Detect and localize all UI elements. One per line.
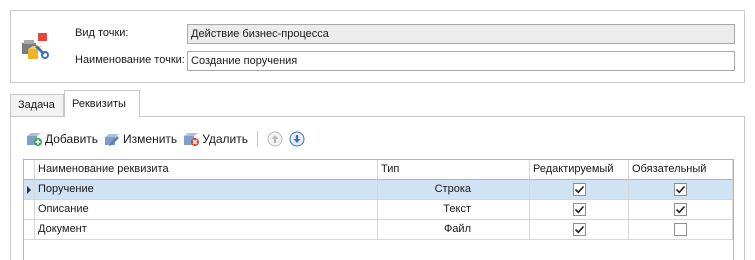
table-row[interactable]: Поручение Строка (24, 180, 733, 200)
row-indicator (24, 220, 35, 240)
grid-header-row: Наименование реквизита Тип Редактируемый… (24, 160, 733, 180)
editable-checkbox[interactable] (572, 183, 586, 196)
edit-button-label: Изменить (123, 132, 178, 146)
delete-button-label: Удалить (202, 132, 249, 146)
column-header-required[interactable]: Обязательный (629, 160, 733, 180)
table-row[interactable]: Документ Файл (24, 220, 733, 240)
add-button-label: Добавить (45, 132, 99, 146)
requisites-panel: Добавить Изменить Удалить Наименование р… (10, 116, 745, 260)
current-row-arrow-icon (27, 186, 31, 194)
add-icon (27, 133, 42, 146)
row-editable-cell (530, 220, 629, 240)
row-type-cell[interactable]: Текст (378, 200, 530, 220)
move-down-button[interactable] (288, 130, 306, 148)
row-type-cell[interactable]: Файл (378, 220, 530, 240)
required-checkbox[interactable] (674, 183, 687, 196)
point-name-label: Наименование точки: (75, 54, 185, 66)
edit-button[interactable]: Изменить (101, 129, 180, 149)
row-required-cell (629, 180, 733, 200)
requisites-grid: Наименование реквизита Тип Редактируемый… (23, 159, 734, 260)
arrow-up-icon (267, 131, 283, 147)
business-process-point-icon (22, 33, 49, 59)
required-checkbox[interactable] (674, 223, 687, 236)
row-editable-cell (530, 180, 629, 200)
requisites-toolbar: Добавить Изменить Удалить (23, 129, 308, 149)
checkmark-icon (574, 225, 584, 234)
tab-requisites[interactable]: Реквизиты (64, 90, 140, 117)
checkmark-icon (574, 185, 584, 194)
point-info-panel: Вид точки: Действие бизнес-процесса Наим… (10, 10, 745, 83)
checkmark-icon (574, 205, 584, 214)
row-indicator (24, 200, 35, 220)
point-type-field: Действие бизнес-процесса (187, 24, 735, 44)
row-name-cell[interactable]: Документ (35, 220, 378, 240)
row-required-cell (629, 200, 733, 220)
column-header-type[interactable]: Тип (378, 160, 530, 180)
toolbar-separator (257, 131, 259, 147)
point-name-field[interactable]: Создание поручения (187, 51, 735, 71)
column-header-editable[interactable]: Редактируемый (530, 160, 629, 180)
arrow-down-icon (289, 131, 305, 147)
add-button[interactable]: Добавить (23, 129, 101, 149)
row-name-cell[interactable]: Описание (35, 200, 378, 220)
checkmark-icon (675, 185, 686, 194)
column-header-name[interactable]: Наименование реквизита (35, 160, 378, 180)
editable-checkbox[interactable] (572, 203, 586, 216)
delete-icon (184, 133, 200, 146)
row-required-cell (629, 220, 733, 240)
checkmark-icon (675, 205, 686, 214)
row-indicator-header (24, 160, 35, 180)
point-type-label: Вид точки: (75, 27, 129, 39)
table-row[interactable]: Описание Текст (24, 200, 733, 220)
row-type-cell[interactable]: Строка (378, 180, 530, 200)
move-up-button[interactable] (266, 130, 284, 148)
editable-checkbox[interactable] (572, 223, 586, 236)
required-checkbox[interactable] (674, 203, 687, 216)
row-name-cell[interactable]: Поручение (35, 180, 378, 200)
row-editable-cell (530, 200, 629, 220)
delete-button[interactable]: Удалить (180, 129, 251, 149)
edit-icon (105, 134, 120, 146)
tab-strip: Задача Реквизиты (10, 90, 745, 117)
tab-task[interactable]: Задача (10, 94, 64, 116)
row-indicator (24, 180, 35, 200)
